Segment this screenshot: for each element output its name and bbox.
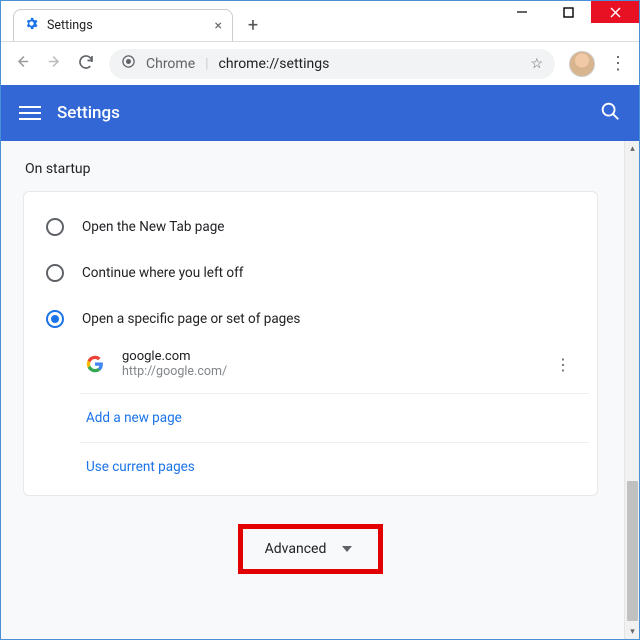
profile-avatar[interactable] — [569, 51, 595, 77]
window-caption-buttons — [499, 1, 639, 23]
option-label: Continue where you left off — [82, 265, 244, 281]
chevron-down-icon — [342, 546, 352, 552]
scroll-down-button[interactable]: ▾ — [625, 624, 639, 639]
startup-page-row: google.com http://google.com/ ⋮ — [80, 339, 589, 394]
minimize-button[interactable] — [499, 1, 545, 23]
gear-icon — [24, 16, 39, 35]
site-info-icon[interactable] — [121, 54, 136, 73]
radio-icon — [46, 218, 64, 236]
omnibox-separator: | — [205, 56, 208, 72]
option-new-tab[interactable]: Open the New Tab page — [42, 208, 589, 254]
new-tab-button[interactable]: + — [239, 11, 267, 39]
radio-icon — [46, 264, 64, 282]
close-tab-icon[interactable]: × — [215, 18, 222, 34]
scroll-thumb[interactable] — [627, 481, 638, 621]
scroll-up-button[interactable]: ▴ — [625, 141, 639, 156]
startup-page-title: google.com — [122, 349, 227, 364]
toolbar: Chrome | chrome://settings ☆ ⋮ — [1, 41, 639, 85]
content-area: ▴ ▾ On startup Open the New Tab page Con… — [1, 141, 639, 639]
add-new-page-link[interactable]: Add a new page — [80, 394, 589, 443]
option-label: Open a specific page or set of pages — [82, 311, 300, 327]
tab-title: Settings — [47, 18, 93, 33]
advanced-toggle[interactable]: Advanced — [238, 524, 384, 574]
maximize-button[interactable] — [545, 1, 591, 23]
back-button[interactable] — [13, 53, 31, 74]
google-favicon — [86, 355, 104, 373]
address-bar[interactable]: Chrome | chrome://settings ☆ — [109, 49, 555, 79]
omnibox-url: chrome://settings — [219, 56, 330, 72]
tab-settings[interactable]: Settings × — [13, 9, 233, 41]
radio-icon-checked — [46, 310, 64, 328]
browser-menu-button[interactable]: ⋮ — [609, 53, 627, 74]
startup-pages-sublist: google.com http://google.com/ ⋮ Add a ne… — [80, 338, 589, 491]
scrollbar[interactable]: ▴ ▾ — [624, 141, 639, 639]
reload-button[interactable] — [77, 53, 95, 75]
close-window-button[interactable] — [591, 1, 639, 23]
page-row-menu-button[interactable]: ⋮ — [543, 355, 583, 374]
page-title: Settings — [57, 103, 120, 123]
option-specific-pages[interactable]: Open a specific page or set of pages — [42, 300, 589, 338]
startup-card: Open the New Tab page Continue where you… — [23, 191, 598, 496]
settings-header: Settings — [1, 85, 639, 141]
option-label: Open the New Tab page — [82, 219, 224, 235]
section-heading-startup: On startup — [25, 161, 598, 177]
search-icon[interactable] — [599, 100, 621, 126]
omnibox-prefix: Chrome — [146, 56, 195, 72]
option-continue[interactable]: Continue where you left off — [42, 254, 589, 300]
forward-button[interactable] — [45, 53, 63, 74]
bookmark-star-icon[interactable]: ☆ — [530, 56, 543, 72]
startup-page-url: http://google.com/ — [122, 364, 227, 379]
advanced-label: Advanced — [265, 541, 327, 557]
hamburger-menu-icon[interactable] — [19, 102, 41, 124]
use-current-pages-link[interactable]: Use current pages — [80, 443, 589, 491]
